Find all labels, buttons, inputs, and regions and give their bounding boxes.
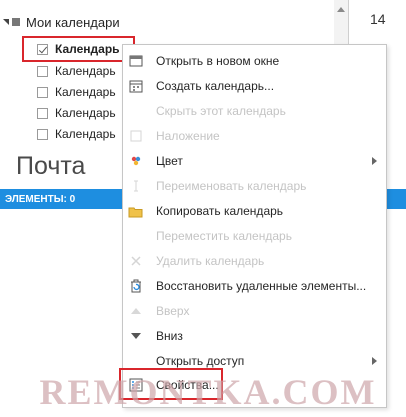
menu-item-rename-calendar[interactable]: Переименовать календарь <box>123 174 386 198</box>
scroll-up-arrow-icon[interactable] <box>337 7 345 12</box>
new-calendar-icon <box>128 78 144 94</box>
up-arrow-icon <box>128 303 144 319</box>
calendar-checkbox-5[interactable] <box>37 128 48 140</box>
watermark-text: REMONTKA.COM <box>39 372 377 412</box>
calendar-group-icon <box>12 18 20 26</box>
rename-icon <box>128 178 144 194</box>
my-calendars-group[interactable]: Мои календари <box>3 13 120 31</box>
move-calendar-icon <box>128 228 144 244</box>
menu-item-create-calendar[interactable]: Создать календарь... <box>123 74 386 98</box>
menu-item-open-new-window[interactable]: Открыть в новом окне <box>123 49 386 73</box>
calendar-label-5: Календарь <box>55 127 116 141</box>
submenu-arrow-icon <box>372 157 377 165</box>
hide-calendar-icon <box>128 103 144 119</box>
context-menu: Открыть в новом окне Создать календарь..… <box>122 44 387 408</box>
calendar-checkbox-2[interactable] <box>37 65 48 77</box>
delete-icon <box>128 253 144 269</box>
menu-item-move-up[interactable]: Вверх <box>123 299 386 323</box>
highlight-box-calendar <box>22 36 135 62</box>
calendar-label-4: Календарь <box>55 106 116 120</box>
color-icon <box>128 153 144 169</box>
recover-icon <box>128 278 144 294</box>
menu-item-hide-calendar[interactable]: Скрыть этот календарь <box>123 99 386 123</box>
expand-triangle-icon[interactable] <box>3 19 9 25</box>
menu-item-recover-deleted[interactable]: Восстановить удаленные элементы... <box>123 274 386 298</box>
new-window-icon <box>128 53 144 69</box>
menu-item-overlay[interactable]: Наложение <box>123 124 386 148</box>
calendar-checkbox-4[interactable] <box>37 107 48 119</box>
items-count-label: ЭЛЕМЕНТЫ: 0 <box>5 193 76 205</box>
calendar-label-3: Календарь <box>55 85 116 99</box>
menu-item-copy-calendar[interactable]: Копировать календарь <box>123 199 386 223</box>
nav-mail[interactable]: Почта <box>16 152 85 181</box>
my-calendars-label: Мои календари <box>26 14 120 30</box>
calendar-item-3[interactable]: Календарь <box>37 84 116 100</box>
calendar-day-number: 14 <box>370 11 386 27</box>
overlay-icon <box>128 128 144 144</box>
copy-calendar-icon <box>128 203 144 219</box>
calendar-item-4[interactable]: Календарь <box>37 105 116 121</box>
menu-item-color[interactable]: Цвет <box>123 149 386 173</box>
menu-item-move-down[interactable]: Вниз <box>123 324 386 348</box>
menu-item-delete-calendar[interactable]: Удалить календарь <box>123 249 386 273</box>
calendar-checkbox-3[interactable] <box>37 86 48 98</box>
calendar-item-2[interactable]: Календарь <box>37 63 116 79</box>
submenu-arrow-icon <box>372 357 377 365</box>
calendar-item-5[interactable]: Календарь <box>37 126 116 142</box>
menu-item-move-calendar[interactable]: Переместить календарь <box>123 224 386 248</box>
calendar-label-2: Календарь <box>55 64 116 78</box>
down-arrow-icon <box>128 328 144 344</box>
